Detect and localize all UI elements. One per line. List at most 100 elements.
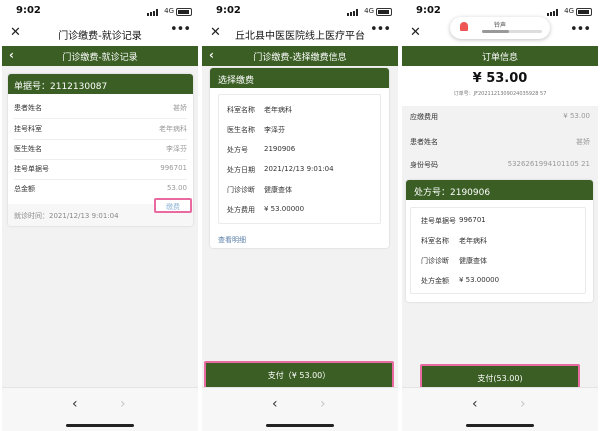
pay-button-label: 缴费 bbox=[166, 203, 180, 211]
network-label: 4G bbox=[564, 7, 574, 15]
signal-icon bbox=[547, 9, 560, 16]
row-label: 处方费用 bbox=[227, 206, 255, 214]
home-indicator[interactable] bbox=[466, 424, 534, 427]
order-summary: ¥ 53.00 订单号：JF2021121309024035928 57 bbox=[402, 66, 598, 106]
network-label: 4G bbox=[164, 7, 174, 15]
row-value: 996701 bbox=[459, 216, 486, 224]
divider bbox=[14, 118, 187, 119]
row-label: 患者姓名 bbox=[410, 138, 438, 146]
app-title-bar: ✕ 门诊缴费-就诊记录 ••• bbox=[2, 22, 198, 46]
prescription-details: 挂号单据号 996701 科室名称 老年病科 门诊诊断 健康查体 处方金额 ¥ … bbox=[410, 207, 586, 294]
row-label: 患者姓名 bbox=[14, 104, 42, 112]
row-label: 挂号科室 bbox=[14, 125, 42, 133]
close-icon[interactable]: ✕ bbox=[410, 25, 421, 40]
pay-submit-label: 支付（¥ 53.00） bbox=[267, 371, 331, 380]
order-number: 订单号：JF2021121309024035928 57 bbox=[453, 91, 547, 97]
doctor-row: 医生名称 李泽芬 bbox=[227, 125, 374, 135]
divider bbox=[14, 159, 187, 160]
prescription-fee-row: 处方费用 ¥ 53.00000 bbox=[227, 205, 374, 215]
more-icon[interactable]: ••• bbox=[570, 22, 591, 37]
visit-time: 就诊时间：2021/12/13 9:01:04 bbox=[14, 212, 119, 220]
patient-name-row: 患者姓名 甚娇 bbox=[14, 103, 187, 113]
nav-forward-icon[interactable]: › bbox=[120, 396, 126, 412]
divider bbox=[14, 139, 187, 140]
view-details-link[interactable]: 查看明细 bbox=[218, 235, 246, 245]
row-label: 挂号单据号 bbox=[14, 165, 49, 173]
divider bbox=[14, 179, 187, 180]
nav-back-icon[interactable]: ‹ bbox=[472, 396, 478, 412]
phone-screen-order-info: 9:02 4G ✕ ••• 铃声 订单信息 ¥ 53.00 订单号：JF2021… bbox=[402, 0, 598, 431]
row-value: 健康查体 bbox=[459, 257, 487, 265]
prescription-number-row: 处方号 2190906 bbox=[227, 145, 374, 155]
home-indicator[interactable] bbox=[66, 424, 134, 427]
diagnosis-row: 门诊诊断 健康查体 bbox=[227, 185, 374, 195]
pay-button[interactable]: 缴费 bbox=[154, 198, 192, 213]
page-title: 订单信息 bbox=[481, 53, 518, 63]
pay-submit-button[interactable]: 支付（¥ 53.00） bbox=[204, 361, 394, 389]
record-number: 单据号：2112130087 bbox=[8, 74, 193, 94]
row-label: 挂号单据号 bbox=[421, 217, 456, 225]
row-value: 老年病科 bbox=[159, 125, 187, 133]
volume-toast: 铃声 bbox=[450, 17, 550, 39]
home-indicator[interactable] bbox=[266, 424, 334, 427]
status-bar: 9:02 4G bbox=[2, 0, 198, 22]
nav-back-icon[interactable]: ‹ bbox=[72, 396, 78, 412]
row-label: 应缴费用 bbox=[410, 113, 438, 121]
doctor-name-row: 医生姓名 李泽芬 bbox=[14, 144, 187, 154]
nav-forward-icon[interactable]: › bbox=[320, 396, 326, 412]
prescription-date-row: 处方日期 2021/12/13 9:01:04 bbox=[227, 165, 374, 175]
back-arrow-icon[interactable]: ‹ bbox=[209, 48, 214, 62]
bell-icon bbox=[460, 22, 468, 31]
section-title: 选择缴费 bbox=[210, 68, 389, 88]
prescription-amount-row: 处方金额 ¥ 53.00000 bbox=[421, 276, 579, 286]
close-icon[interactable]: ✕ bbox=[10, 25, 21, 40]
screenshot-stage: 9:02 4G ✕ 门诊缴费-就诊记录 ••• ‹ 门诊缴费-就诊记录 单据号：… bbox=[0, 0, 600, 431]
prescription-item[interactable]: 科室名称 老年病科 医生名称 李泽芬 处方号 2190906 处方日期 2021… bbox=[218, 94, 381, 224]
row-value: ¥ 53.00000 bbox=[459, 276, 500, 284]
row-value: ¥ 53.00 bbox=[563, 112, 590, 120]
row-label: 医生姓名 bbox=[14, 145, 42, 153]
nav-forward-icon[interactable]: › bbox=[520, 396, 526, 412]
row-label: 处方日期 bbox=[227, 166, 255, 174]
page-header: ‹ 门诊缴费-就诊记录 bbox=[2, 46, 198, 66]
battery-icon bbox=[376, 8, 392, 16]
row-label: 处方号 bbox=[227, 146, 248, 154]
browser-nav-bar: ‹ › bbox=[2, 387, 198, 431]
status-time: 9:02 bbox=[416, 5, 441, 16]
row-label: 科室名称 bbox=[421, 237, 449, 245]
toast-label: 铃声 bbox=[494, 22, 507, 29]
row-value: 53.00 bbox=[166, 184, 187, 192]
back-arrow-icon[interactable]: ‹ bbox=[9, 48, 14, 62]
registration-number-row: 挂号单据号 996701 bbox=[14, 164, 187, 174]
volume-slider[interactable] bbox=[482, 30, 542, 33]
pay-submit-label: 支付(53.00) bbox=[477, 374, 523, 383]
row-value: 996701 bbox=[160, 164, 187, 172]
close-icon[interactable]: ✕ bbox=[210, 25, 221, 40]
network-label: 4G bbox=[364, 7, 374, 15]
app-title: 丘北县中医医院线上医疗平台 bbox=[235, 31, 365, 42]
row-value: 健康查体 bbox=[264, 186, 292, 194]
phone-screen-select-payment: 9:02 4G ✕ 丘北县中医医院线上医疗平台 ••• ‹ 门诊缴费-选择缴费信… bbox=[202, 0, 398, 431]
battery-icon bbox=[576, 8, 592, 16]
status-bar: 9:02 4G bbox=[202, 0, 398, 22]
registration-number-row: 挂号单据号 996701 bbox=[421, 216, 579, 226]
browser-nav-bar: ‹ › bbox=[402, 387, 598, 431]
row-value: 李泽芬 bbox=[264, 126, 285, 134]
nav-back-icon[interactable]: ‹ bbox=[272, 396, 278, 412]
row-label: 门诊诊断 bbox=[227, 186, 255, 194]
more-icon[interactable]: ••• bbox=[370, 22, 391, 37]
signal-icon bbox=[147, 9, 160, 16]
department-row: 科室名称 老年病科 bbox=[421, 236, 579, 246]
row-value: 甚娇 bbox=[173, 104, 187, 112]
amount-due-row: 应缴费用 ¥ 53.00 bbox=[410, 112, 590, 122]
department-row: 挂号科室 老年病科 bbox=[14, 124, 187, 134]
row-value: 李泽芬 bbox=[166, 145, 187, 153]
signal-icon bbox=[347, 9, 360, 16]
volume-slider-fill bbox=[482, 30, 509, 33]
row-value: 老年病科 bbox=[459, 237, 487, 245]
row-label: 总金额 bbox=[14, 185, 35, 193]
phone-screen-visit-records: 9:02 4G ✕ 门诊缴费-就诊记录 ••• ‹ 门诊缴费-就诊记录 单据号：… bbox=[2, 0, 198, 431]
status-time: 9:02 bbox=[16, 5, 41, 16]
page-title: 门诊缴费-就诊记录 bbox=[62, 53, 138, 63]
more-icon[interactable]: ••• bbox=[170, 22, 191, 37]
